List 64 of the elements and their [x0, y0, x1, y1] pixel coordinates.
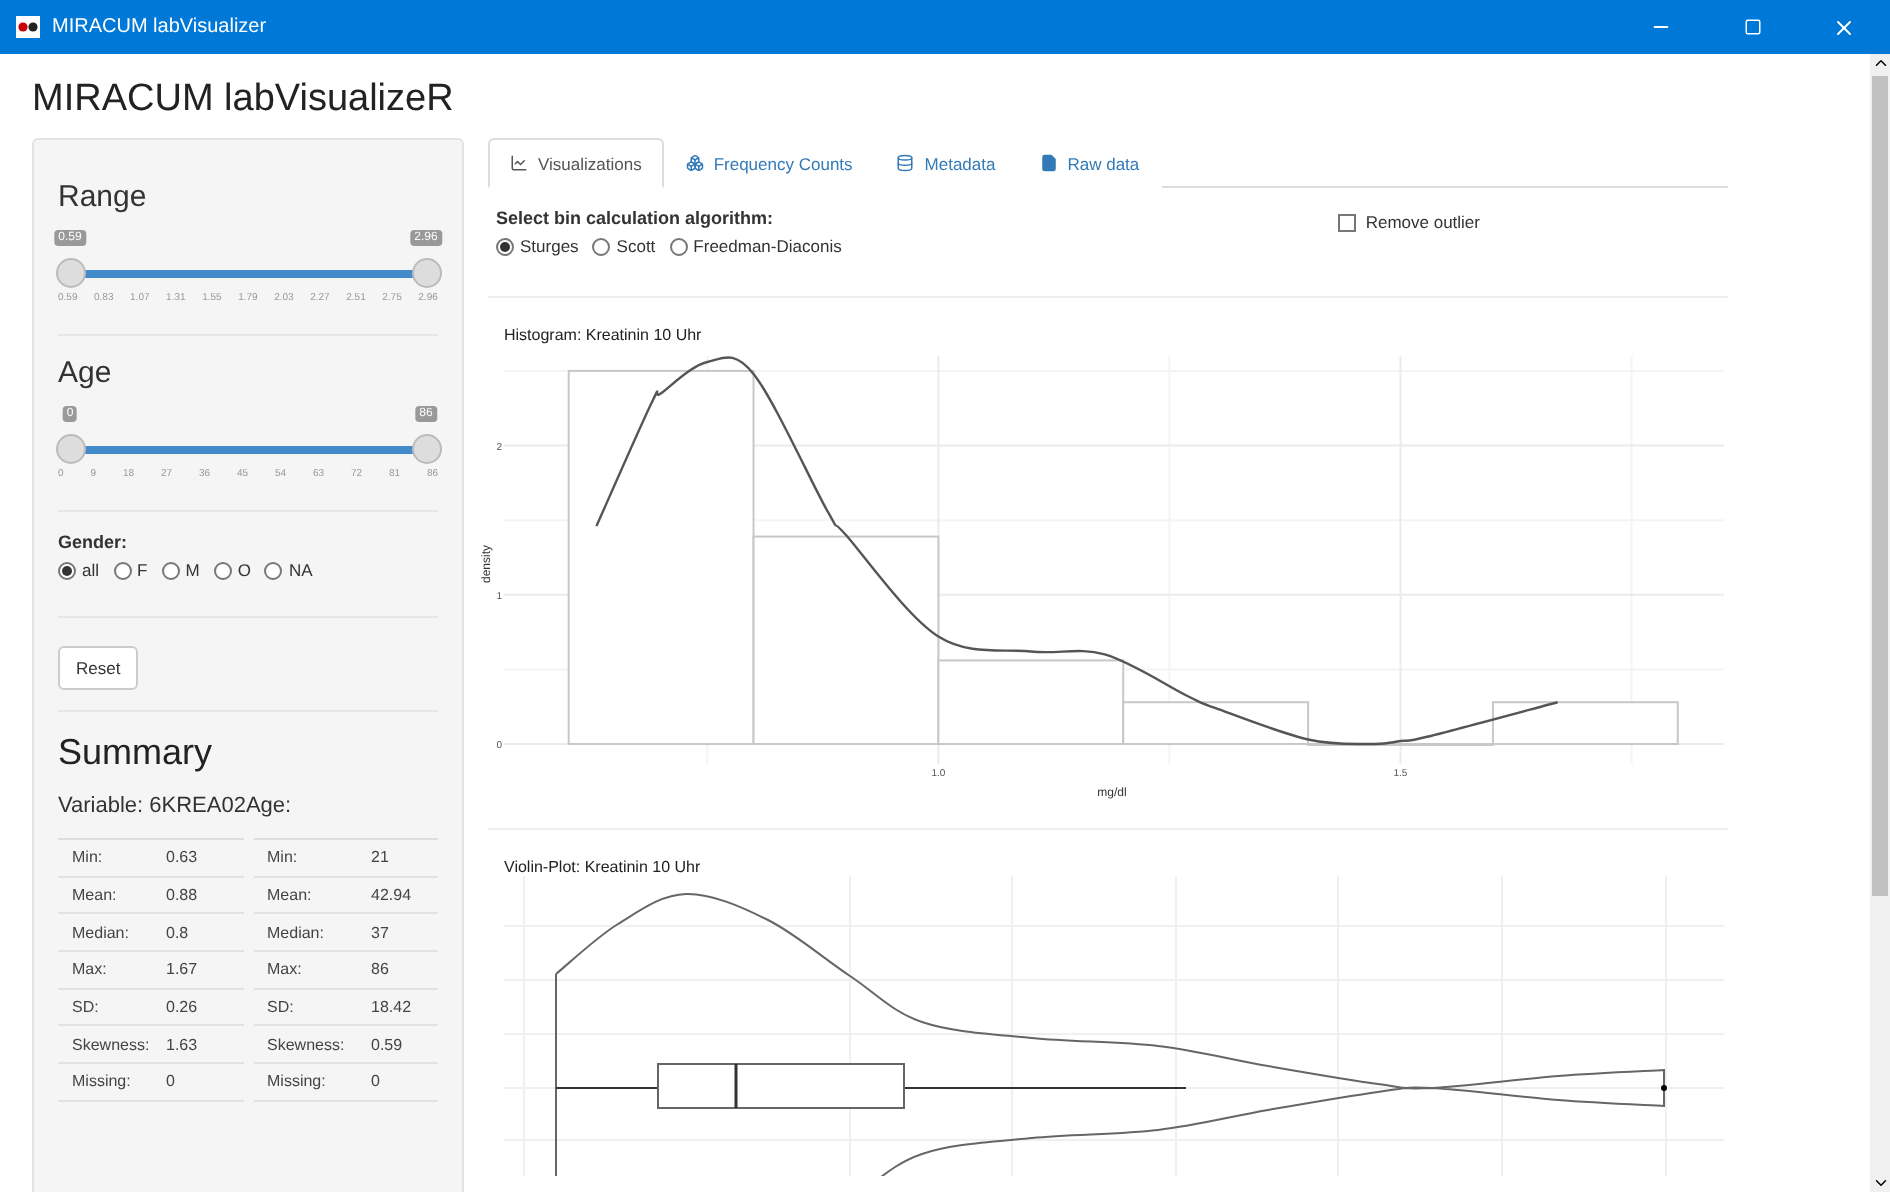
stat-value: 0.59 — [371, 1035, 405, 1054]
stat-value: 86 — [371, 960, 391, 979]
summary-heading: Summary — [58, 732, 215, 774]
radio-option[interactable]: F — [113, 560, 148, 580]
stat-value: 37 — [371, 923, 391, 942]
radio-option[interactable]: all — [58, 560, 100, 580]
stat-label: Mean: — [72, 886, 119, 905]
remove-outlier-checkbox[interactable]: Remove outlier — [1337, 212, 1480, 232]
stat-label: Skewness: — [72, 1035, 152, 1054]
stat-value: 21 — [371, 848, 391, 867]
algorithm-label: Select bin calculation algorithm: — [496, 208, 776, 228]
stat-label: SD: — [267, 998, 296, 1017]
stat-label: Missing: — [267, 1072, 328, 1091]
slider-thumb[interactable] — [56, 434, 86, 464]
stat-label: Missing: — [72, 1072, 133, 1091]
app-logo-icon — [16, 16, 40, 38]
stat-value: 0 — [166, 1072, 177, 1091]
maximize-icon — [1743, 18, 1761, 36]
stat-value: 0.88 — [166, 886, 200, 905]
slider-heading: Age — [58, 356, 114, 390]
file-icon — [1039, 154, 1058, 172]
age-label: Age: — [245, 794, 292, 818]
stat-value: 0.63 — [166, 848, 200, 867]
stat-label: Max: — [267, 960, 304, 979]
line-chart-icon — [510, 154, 528, 172]
slider-thumb[interactable] — [412, 258, 442, 288]
scrollbar[interactable] — [1870, 54, 1890, 1192]
chart-title: Histogram: Kreatinin 10 Uhr — [504, 326, 704, 344]
stat-label: Min: — [267, 848, 300, 867]
reset-button[interactable]: Reset — [58, 646, 139, 690]
radio-option[interactable]: Sturges — [496, 236, 579, 256]
stat-value: 0.8 — [166, 923, 191, 942]
scroll-up-icon[interactable] — [1871, 54, 1889, 72]
radio-option[interactable]: M — [161, 560, 200, 580]
cubes-icon — [685, 154, 704, 172]
stat-label: Median: — [72, 923, 131, 942]
stat-value: 18.42 — [371, 998, 414, 1017]
slider-thumb[interactable] — [412, 434, 442, 464]
stat-label: Skewness: — [267, 1035, 347, 1054]
window-title: MIRACUM labVisualizer — [52, 16, 269, 38]
stat-value: 0.26 — [166, 998, 200, 1017]
stat-value: 0 — [371, 1072, 382, 1091]
stat-label: Max: — [72, 960, 109, 979]
close-icon — [1832, 15, 1856, 39]
slider-heading: Range — [58, 180, 149, 214]
slider-thumb[interactable] — [56, 258, 86, 288]
database-icon — [896, 154, 915, 172]
radio-option[interactable]: Freedman-Diaconis — [669, 236, 842, 256]
stat-label: Min: — [72, 848, 105, 867]
chart-title: Violin-Plot: Kreatinin 10 Uhr — [504, 858, 703, 876]
app-title: MIRACUM labVisualizeR — [32, 78, 456, 122]
stat-label: Median: — [267, 923, 326, 942]
gender-label: Gender: — [58, 532, 130, 552]
radio-option[interactable]: O — [213, 560, 251, 580]
scroll-down-icon[interactable] — [1871, 1174, 1889, 1192]
radio-option[interactable]: NA — [264, 560, 313, 580]
radio-option[interactable]: Scott — [592, 236, 656, 256]
variable-label: Variable: 6KREA02 — [58, 794, 246, 818]
stat-value: 1.67 — [166, 960, 200, 979]
stat-value: 1.63 — [166, 1035, 200, 1054]
stat-value: 42.94 — [371, 886, 414, 905]
stat-label: Mean: — [267, 886, 314, 905]
stat-label: SD: — [72, 998, 101, 1017]
tab[interactable]: Visualizations — [488, 138, 664, 188]
